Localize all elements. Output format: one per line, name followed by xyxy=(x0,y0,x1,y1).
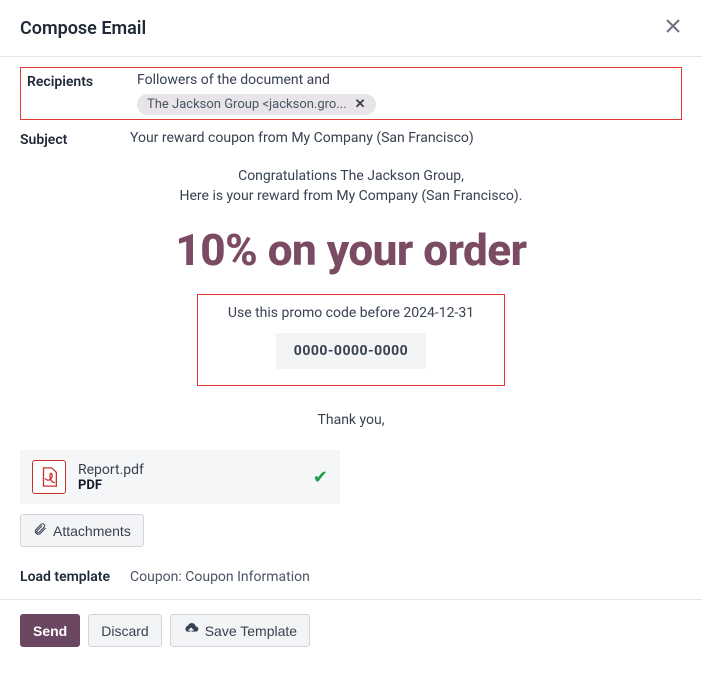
reward-line: Here is your reward from My Company (San… xyxy=(20,188,682,204)
recipients-text: Followers of the document and xyxy=(137,72,675,88)
recipients-label: Recipients xyxy=(27,72,137,90)
promo-expiry-text: Use this promo code before 2024-12-31 xyxy=(228,305,474,321)
save-template-button[interactable]: Save Template xyxy=(170,614,310,647)
modal-title: Compose Email xyxy=(20,18,146,39)
send-button[interactable]: Send xyxy=(20,614,80,647)
check-icon: ✔ xyxy=(313,467,328,488)
subject-value[interactable]: Your reward coupon from My Company (San … xyxy=(130,130,682,146)
paperclip-icon xyxy=(33,522,47,539)
recipient-chip[interactable]: The Jackson Group <jackson.gro... ✕ xyxy=(137,94,376,115)
recipients-value[interactable]: Followers of the document and The Jackso… xyxy=(137,72,675,115)
subject-label: Subject xyxy=(20,130,130,148)
remove-recipient-icon[interactable]: ✕ xyxy=(355,97,366,112)
load-template-value[interactable]: Coupon: Coupon Information xyxy=(130,569,310,585)
attachment-type: PDF xyxy=(78,478,305,493)
recipient-chip-label: The Jackson Group <jackson.gro... xyxy=(147,97,347,112)
attachment-name: Report.pdf xyxy=(78,462,305,478)
attachments-button-label: Attachments xyxy=(53,523,131,539)
load-template-label: Load template xyxy=(20,569,130,585)
save-template-button-label: Save Template xyxy=(205,623,297,639)
email-body[interactable]: Congratulations The Jackson Group, Here … xyxy=(20,158,682,450)
discard-button-label: Discard xyxy=(101,623,148,639)
promo-box: Use this promo code before 2024-12-31 00… xyxy=(197,294,505,386)
promo-code: 0000-0000-0000 xyxy=(276,333,426,369)
send-button-label: Send xyxy=(33,623,67,639)
pdf-icon xyxy=(32,460,66,494)
close-button[interactable] xyxy=(664,16,682,40)
attachments-button[interactable]: Attachments xyxy=(20,514,144,547)
cloud-upload-icon xyxy=(183,622,199,639)
close-icon xyxy=(664,14,682,41)
attachment-card[interactable]: Report.pdf PDF ✔ xyxy=(20,450,340,504)
discount-headline: 10% on your order xyxy=(20,224,682,276)
header-divider xyxy=(0,56,702,57)
discard-button[interactable]: Discard xyxy=(88,614,161,647)
thankyou-line: Thank you, xyxy=(20,412,682,428)
congrats-line: Congratulations The Jackson Group, xyxy=(20,168,682,184)
